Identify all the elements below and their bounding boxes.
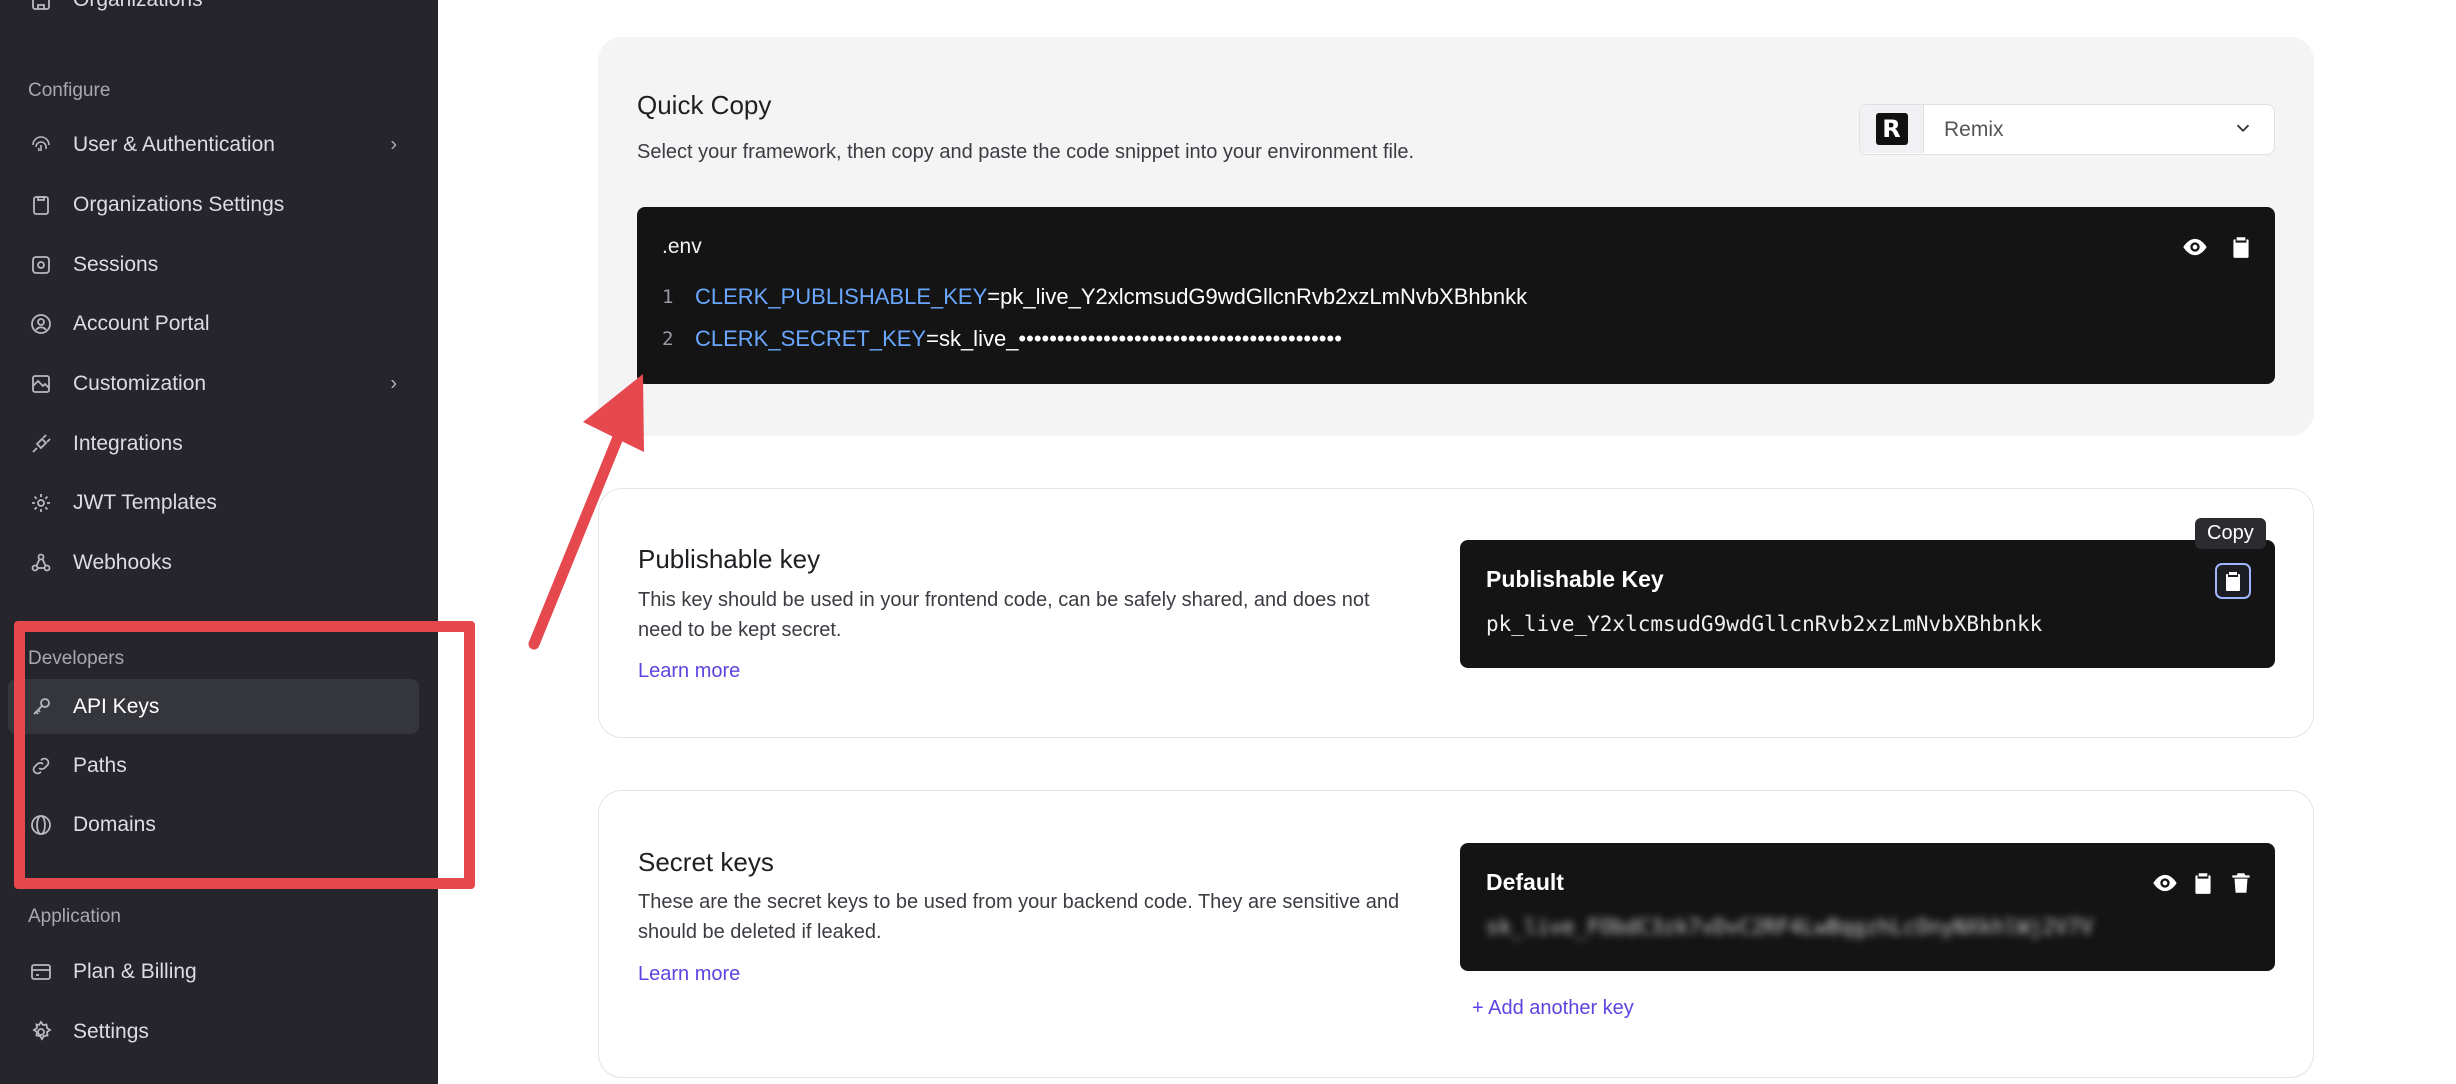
- sidebar-item-label: User & Authentication: [73, 132, 275, 156]
- sidebar-item-label: Settings: [73, 1019, 149, 1043]
- secret-keys-description-1: These are the secret keys to be used fro…: [638, 891, 1400, 913]
- chevron-down-icon: [2236, 124, 2250, 133]
- sidebar-item-label: Organizations: [73, 0, 203, 12]
- env-value: =pk_live_Y2xlcmsudG9wdGllcnRvb2xzLmNvbXB…: [987, 284, 1528, 309]
- trash-icon[interactable]: [2227, 869, 2255, 897]
- sidebar-item-label: Customization: [73, 371, 207, 395]
- add-another-key-link[interactable]: + Add another key: [1472, 997, 1634, 1020]
- env-key: CLERK_PUBLISHABLE_KEY: [695, 284, 988, 309]
- secret-key-default-box: Default sk_live_FObdC3zk7vDvC2RF4LwBqgzh…: [1460, 843, 2275, 971]
- plug-icon: [28, 431, 54, 457]
- publishable-key-title: Publishable key: [638, 544, 821, 574]
- quick-copy-description: Select your framework, then copy and pas…: [637, 141, 1415, 163]
- secret-keys-description-2: should be deleted if leaked.: [638, 921, 882, 943]
- annotation-highlight-box: [14, 621, 475, 889]
- env-value: =sk_live_•••••••••••••••••••••••••••••••…: [926, 326, 1342, 351]
- section-label-configure: Configure: [28, 80, 111, 101]
- env-file-name: .env: [662, 235, 702, 258]
- sidebar-item-jwt-templates[interactable]: JWT Templates: [8, 475, 419, 530]
- sidebar-item-label: Plan & Billing: [73, 959, 197, 983]
- user-circle-icon: [28, 311, 54, 337]
- remix-logo-icon: R: [1875, 113, 1908, 145]
- sidebar-item-integrations[interactable]: Integrations: [8, 416, 419, 471]
- eye-icon[interactable]: [2181, 233, 2209, 261]
- sidebar-item-sessions[interactable]: Sessions: [8, 237, 419, 292]
- section-label-application: Application: [28, 906, 121, 927]
- env-code-block: .env 1 CLERK_PUBLISHABLE_KEY=pk_live_Y2x…: [637, 207, 2275, 384]
- framework-select[interactable]: R Remix: [1859, 104, 2275, 155]
- publishable-learn-more-link[interactable]: Learn more: [638, 660, 740, 683]
- sidebar-item-webhooks[interactable]: Webhooks: [8, 535, 419, 590]
- webhook-icon: [28, 550, 54, 576]
- framework-select-value: Remix: [1944, 118, 2004, 141]
- sidebar-item-organizations[interactable]: Organizations: [8, 0, 419, 27]
- sidebar-item-label: Sessions: [73, 252, 159, 276]
- sidebar: Organizations Configure User & Authentic…: [0, 0, 438, 1084]
- publishable-key-box-title: Publishable Key: [1486, 566, 1664, 592]
- chevron-right-icon: ›: [390, 372, 397, 394]
- sidebar-item-label: JWT Templates: [73, 490, 217, 514]
- env-key: CLERK_SECRET_KEY: [695, 326, 927, 351]
- clipboard-copy-icon[interactable]: [2189, 869, 2217, 897]
- copy-tooltip: Copy: [2195, 518, 2266, 549]
- gear-icon: [28, 490, 54, 516]
- sidebar-item-label: Integrations: [73, 431, 183, 455]
- secret-keys-title: Secret keys: [638, 847, 774, 877]
- paint-icon: [28, 371, 54, 397]
- line-number: 1: [662, 286, 674, 308]
- chevron-right-icon: ›: [390, 133, 397, 155]
- quick-copy-title: Quick Copy: [637, 90, 772, 120]
- line-number: 2: [662, 328, 674, 350]
- clipboard-copy-icon[interactable]: [2227, 233, 2255, 261]
- secret-key-actions: [2151, 869, 2255, 897]
- sessions-icon: [28, 252, 54, 278]
- publishable-key-value[interactable]: pk_live_Y2xlcmsudG9wdGllcnRvb2xzLmNvbXBh…: [1486, 612, 2042, 636]
- sidebar-item-user-authentication[interactable]: User & Authentication ›: [8, 117, 419, 172]
- credit-card-icon: [28, 959, 54, 985]
- sidebar-item-label: Account Portal: [73, 311, 210, 335]
- settings-icon: [28, 1019, 54, 1045]
- framework-logo-box: R: [1860, 105, 1924, 153]
- sidebar-item-customization[interactable]: Customization ›: [8, 356, 419, 411]
- clipboard-icon: [2226, 572, 2240, 591]
- fingerprint-icon: [28, 132, 54, 158]
- publishable-key-description-2: need to be kept secret.: [638, 619, 842, 641]
- sidebar-item-plan-billing[interactable]: Plan & Billing: [8, 944, 419, 999]
- publishable-key-box: Publishable Key pk_live_Y2xlcmsudG9wdGll…: [1460, 540, 2275, 668]
- sidebar-item-label: Organizations Settings: [73, 192, 285, 216]
- sidebar-item-settings[interactable]: Settings: [8, 1004, 419, 1059]
- sidebar-item-label: Webhooks: [73, 550, 172, 574]
- clipboard-icon: [28, 192, 54, 218]
- secret-key-value-blurred: sk_live_FObdC3zk7vDvC2RF4LwBqgzhLcOnyNXk…: [1486, 915, 2093, 939]
- building-icon: [28, 0, 54, 13]
- secret-learn-more-link[interactable]: Learn more: [638, 963, 740, 986]
- secret-key-box-title: Default: [1486, 869, 1564, 895]
- sidebar-item-organizations-settings[interactable]: Organizations Settings: [8, 177, 419, 232]
- code-block-actions: [2181, 233, 2255, 261]
- sidebar-item-account-portal[interactable]: Account Portal: [8, 296, 419, 351]
- eye-icon[interactable]: [2151, 869, 2179, 897]
- publishable-key-description-1: This key should be used in your frontend…: [638, 589, 1370, 611]
- copy-publishable-key-button[interactable]: [2215, 563, 2251, 599]
